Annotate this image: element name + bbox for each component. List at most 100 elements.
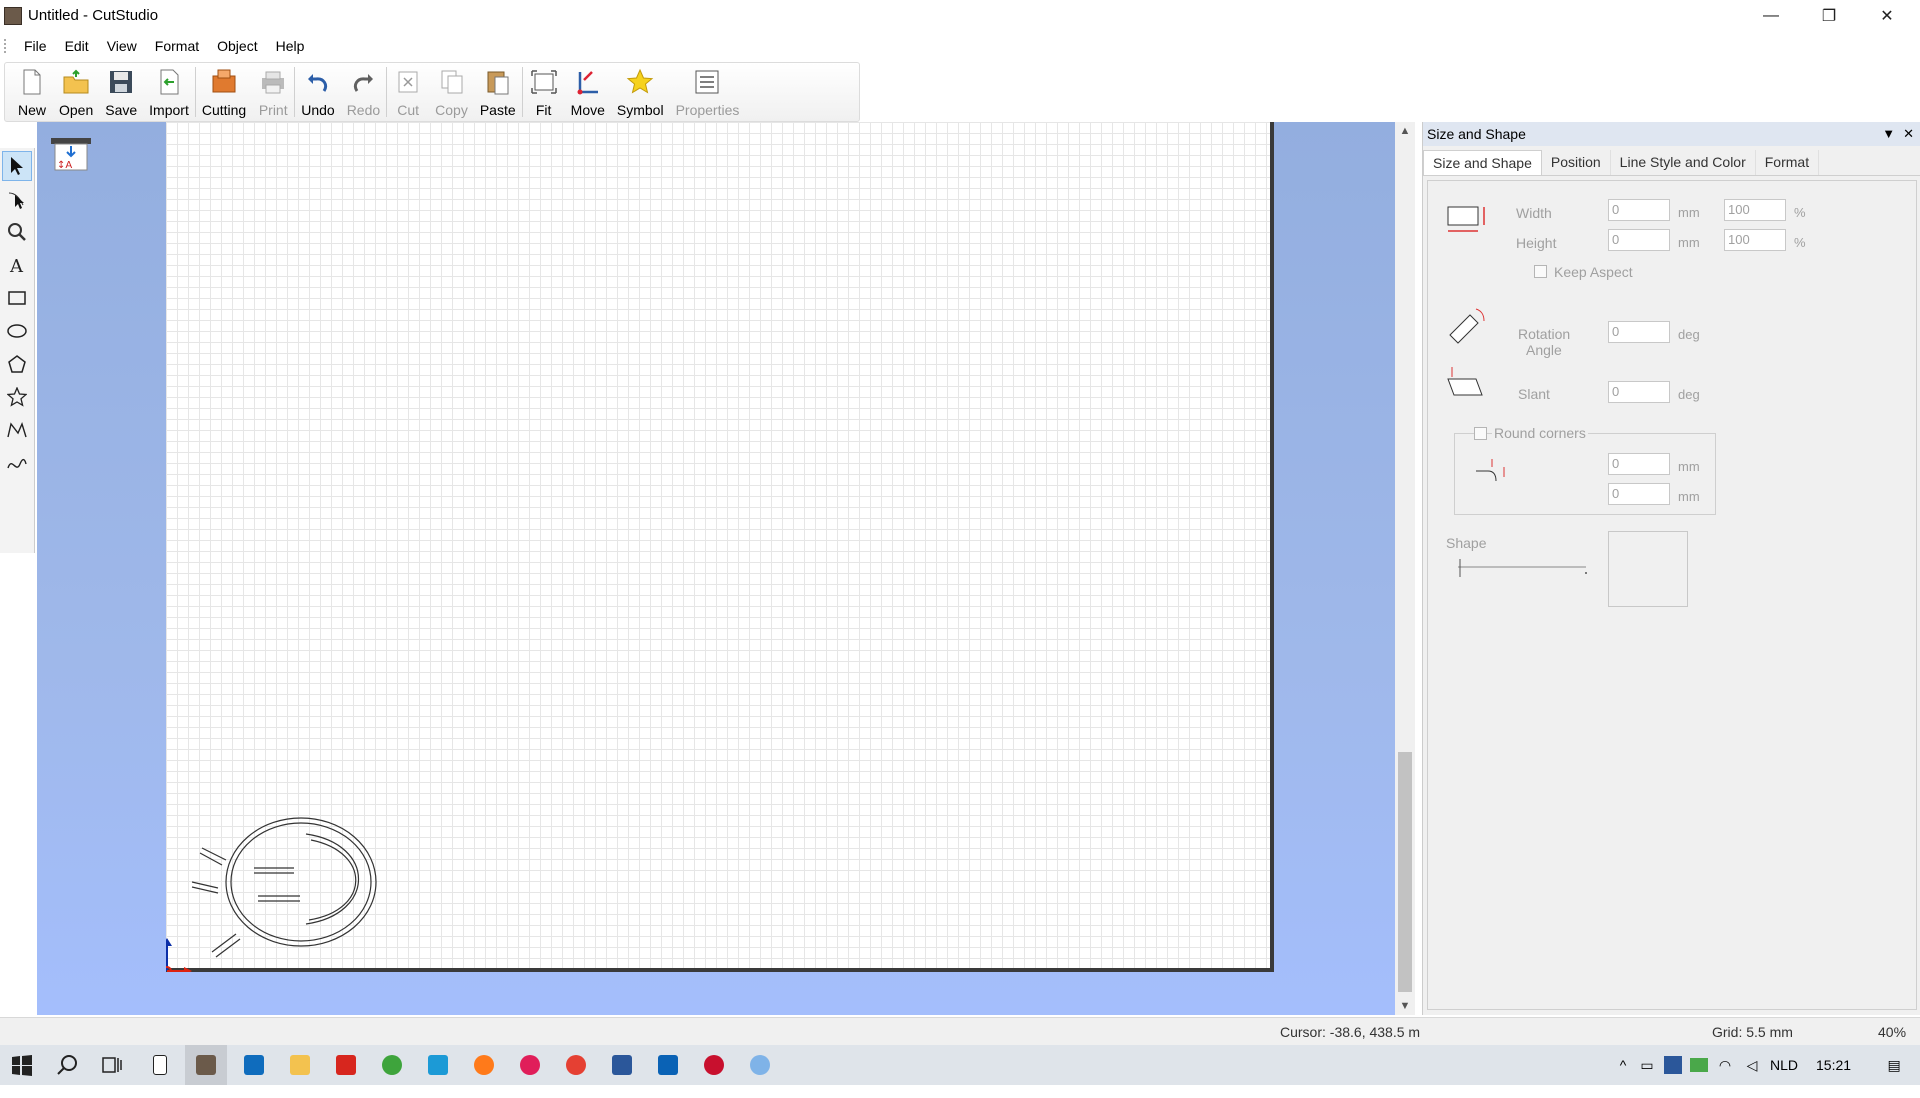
- fit-button[interactable]: Fit: [523, 63, 565, 121]
- title-bar: Untitled - CutStudio — ❐ ✕: [0, 0, 1920, 31]
- polygon-tool[interactable]: [2, 349, 32, 379]
- round-corners-checkbox[interactable]: [1474, 427, 1487, 440]
- height-percent-input[interactable]: 100: [1724, 229, 1786, 251]
- symbol-button[interactable]: Symbol: [611, 63, 670, 121]
- zoom-tool[interactable]: [2, 217, 32, 247]
- rotation-input[interactable]: 0: [1608, 321, 1670, 343]
- new-button[interactable]: New: [11, 63, 53, 121]
- shape-label: Shape: [1446, 535, 1487, 551]
- word-icon[interactable]: [608, 1051, 636, 1079]
- tab-format[interactable]: Format: [1756, 150, 1820, 175]
- rotation-label: Rotation: [1518, 326, 1571, 342]
- save-button[interactable]: Save: [99, 63, 143, 121]
- maximize-button[interactable]: ❐: [1800, 0, 1858, 31]
- height-input[interactable]: 0: [1608, 229, 1670, 251]
- height-label: Height: [1516, 235, 1557, 251]
- windows-start-icon[interactable]: [8, 1051, 36, 1079]
- ellipse-tool[interactable]: [2, 316, 32, 346]
- scroll-thumb[interactable]: [1398, 752, 1412, 992]
- undo-button[interactable]: Undo: [295, 63, 340, 121]
- edit-points-tool[interactable]: [2, 184, 32, 214]
- menu-edit[interactable]: Edit: [56, 38, 98, 54]
- curve-tool-icon: [7, 458, 27, 469]
- app-icon: [4, 6, 22, 25]
- shape-slider[interactable]: [1454, 553, 1594, 583]
- word-tray-icon[interactable]: [1660, 1056, 1686, 1074]
- ccleaner-icon[interactable]: [424, 1051, 452, 1079]
- keep-aspect-checkbox[interactable]: [1534, 265, 1547, 278]
- canvas-area[interactable]: ↕A: [37, 122, 1395, 1015]
- acrobat-icon[interactable]: [332, 1051, 360, 1079]
- curve-tool[interactable]: [2, 448, 32, 478]
- menu-help[interactable]: Help: [267, 38, 314, 54]
- scroll-up-icon[interactable]: ▲: [1395, 122, 1415, 140]
- green-app-icon[interactable]: [378, 1051, 406, 1079]
- menu-view[interactable]: View: [98, 38, 146, 54]
- photos-icon-shape: [658, 1055, 678, 1075]
- vertical-scrollbar[interactable]: ▲ ▼: [1395, 122, 1415, 1015]
- panel-dropdown-icon[interactable]: ▼: [1882, 126, 1895, 142]
- redo-label: Redo: [346, 102, 381, 118]
- rectangle-tool[interactable]: [2, 283, 32, 313]
- width-input[interactable]: 0: [1608, 199, 1670, 221]
- firefox-icon[interactable]: [470, 1051, 498, 1079]
- move-button[interactable]: Move: [565, 63, 611, 121]
- paint-app-icon[interactable]: [746, 1051, 774, 1079]
- wifi-icon[interactable]: ◠: [1712, 1057, 1738, 1074]
- search-icon[interactable]: [54, 1051, 82, 1079]
- drawn-shape[interactable]: [191, 817, 377, 958]
- clock[interactable]: 15:21: [1816, 1057, 1851, 1073]
- menu-file[interactable]: File: [15, 38, 56, 54]
- polyline-tool[interactable]: [2, 415, 32, 445]
- tab-line-style-color[interactable]: Line Style and Color: [1611, 150, 1756, 175]
- task-view-icon[interactable]: [98, 1051, 126, 1079]
- cut-button[interactable]: Cut: [387, 63, 429, 121]
- close-button[interactable]: ✕: [1858, 0, 1916, 31]
- drawing-canvas[interactable]: [166, 122, 1274, 972]
- panel-header: Size and Shape ▼ ✕: [1423, 122, 1920, 146]
- corner-y-input[interactable]: 0: [1608, 483, 1670, 505]
- slant-input[interactable]: 0: [1608, 381, 1670, 403]
- file-icon[interactable]: [146, 1051, 174, 1079]
- text-tool[interactable]: A: [2, 250, 32, 280]
- copy-button[interactable]: Copy: [429, 63, 474, 121]
- select-tool[interactable]: [2, 151, 32, 181]
- cursor-position: Cursor: -38.6, 438.5 m: [1280, 1024, 1421, 1040]
- open-button[interactable]: Open: [53, 63, 99, 121]
- windows-taskbar: ^ ▭ ◠ ◁ NLD 15:21 ▤: [0, 1045, 1920, 1085]
- red-app-icon[interactable]: [700, 1051, 728, 1079]
- paste-button[interactable]: Paste: [474, 63, 522, 121]
- green-tray-icon[interactable]: [1686, 1058, 1712, 1072]
- cutting-paper[interactable]: [166, 122, 1274, 972]
- properties-button[interactable]: Properties: [670, 63, 746, 121]
- chrome-icon[interactable]: [562, 1051, 590, 1079]
- ellipse-tool-icon: [7, 324, 27, 338]
- scroll-down-icon[interactable]: ▼: [1395, 997, 1415, 1015]
- size-shape-panel: Size and Shape ▼ ✕ Size and Shape Positi…: [1422, 122, 1920, 1015]
- import-icon: [154, 67, 184, 97]
- import-label: Import: [149, 102, 189, 118]
- width-percent-input[interactable]: 100: [1724, 199, 1786, 221]
- tab-position[interactable]: Position: [1542, 150, 1611, 175]
- mail-icon[interactable]: [240, 1051, 268, 1079]
- menu-object[interactable]: Object: [208, 38, 266, 54]
- panel-close-icon[interactable]: ✕: [1903, 126, 1914, 142]
- slack-icon[interactable]: [516, 1051, 544, 1079]
- corner-x-input[interactable]: 0: [1608, 453, 1670, 475]
- tab-size-and-shape[interactable]: Size and Shape: [1423, 150, 1542, 175]
- notification-icon[interactable]: ▤: [1881, 1057, 1907, 1074]
- photos-icon[interactable]: [654, 1051, 682, 1079]
- cutting-button[interactable]: Cutting: [196, 63, 252, 121]
- redo-button[interactable]: Redo: [341, 63, 386, 121]
- volume-icon[interactable]: ◁: [1738, 1057, 1766, 1074]
- print-button[interactable]: Print: [252, 63, 294, 121]
- battery-icon[interactable]: ▭: [1634, 1057, 1660, 1074]
- star-tool[interactable]: [2, 382, 32, 412]
- minimize-button[interactable]: —: [1742, 0, 1800, 31]
- language-indicator[interactable]: NLD: [1770, 1057, 1798, 1073]
- menu-format[interactable]: Format: [146, 38, 208, 54]
- file-explorer-icon[interactable]: [286, 1051, 314, 1079]
- import-button[interactable]: Import: [143, 63, 195, 121]
- cutstudio-taskbar-icon[interactable]: [185, 1045, 227, 1085]
- tray-chevron-icon[interactable]: ^: [1612, 1057, 1634, 1073]
